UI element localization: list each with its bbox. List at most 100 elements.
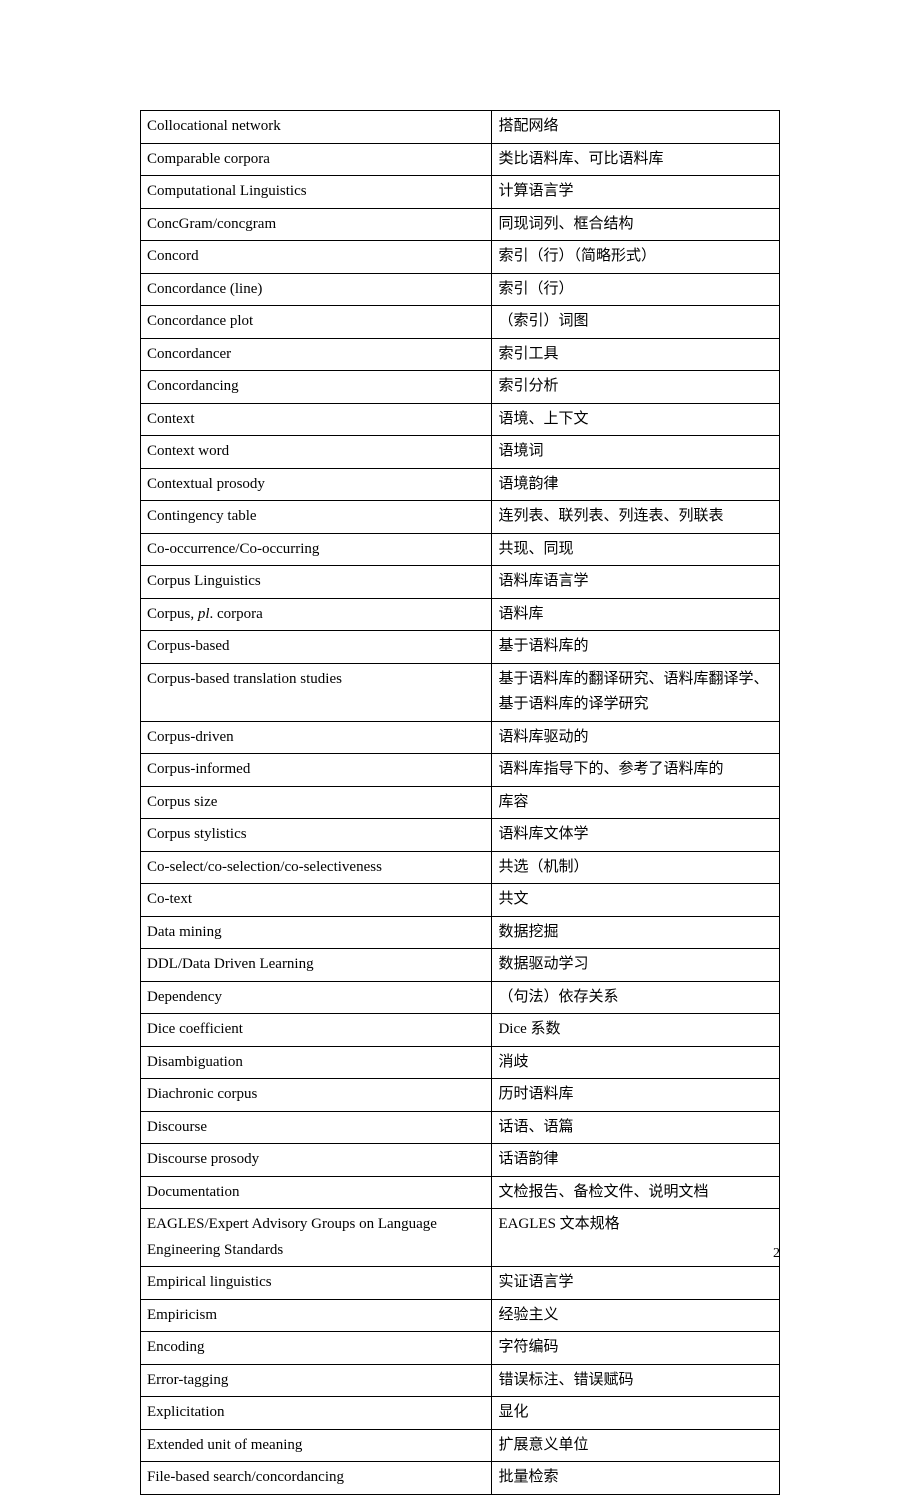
term-chinese: 语料库驱动的 — [492, 721, 780, 754]
table-row: Corpus stylistics语料库文体学 — [141, 819, 780, 852]
term-chinese: 索引（行）（简略形式） — [492, 241, 780, 274]
term-chinese: 扩展意义单位 — [492, 1429, 780, 1462]
table-row: Co-text共文 — [141, 884, 780, 917]
table-row: Diachronic corpus历时语料库 — [141, 1079, 780, 1112]
term-english: Diachronic corpus — [141, 1079, 492, 1112]
table-row: Disambiguation消歧 — [141, 1046, 780, 1079]
term-chinese: 共现、同现 — [492, 533, 780, 566]
term-english: Computational Linguistics — [141, 176, 492, 209]
term-english: Dice coefficient — [141, 1014, 492, 1047]
table-row: Dice coefficientDice 系数 — [141, 1014, 780, 1047]
term-english: Corpus-based — [141, 631, 492, 664]
table-row: Contextual prosody语境韵律 — [141, 468, 780, 501]
table-row: Concordancing索引分析 — [141, 371, 780, 404]
table-row: Collocational network搭配网络 — [141, 111, 780, 144]
term-english: Collocational network — [141, 111, 492, 144]
term-english: Discourse prosody — [141, 1144, 492, 1177]
term-chinese: 字符编码 — [492, 1332, 780, 1365]
term-chinese: 文检报告、备检文件、说明文档 — [492, 1176, 780, 1209]
term-english: Empiricism — [141, 1299, 492, 1332]
table-row: DDL/Data Driven Learning数据驱动学习 — [141, 949, 780, 982]
table-row: Empiricism经验主义 — [141, 1299, 780, 1332]
term-english: Co-select/co-selection/co-selectiveness — [141, 851, 492, 884]
term-english: Concordancing — [141, 371, 492, 404]
table-row: ConcGram/concgram同现词列、框合结构 — [141, 208, 780, 241]
table-row: Co-select/co-selection/co-selectiveness共… — [141, 851, 780, 884]
table-row: Error-tagging错误标注、错误赋码 — [141, 1364, 780, 1397]
table-row: EAGLES/Expert Advisory Groups on Languag… — [141, 1209, 780, 1267]
term-english: Data mining — [141, 916, 492, 949]
glossary-table: Collocational network搭配网络Comparable corp… — [140, 110, 780, 1495]
page-number: 2 — [773, 1246, 780, 1262]
term-english: Co-text — [141, 884, 492, 917]
term-chinese: 数据挖掘 — [492, 916, 780, 949]
term-english: Corpus-driven — [141, 721, 492, 754]
term-chinese: 同现词列、框合结构 — [492, 208, 780, 241]
term-chinese: 基于语料库的翻译研究、语料库翻译学、基于语料库的译学研究 — [492, 663, 780, 721]
term-chinese: 数据驱动学习 — [492, 949, 780, 982]
term-english: Extended unit of meaning — [141, 1429, 492, 1462]
term-chinese: 批量检索 — [492, 1462, 780, 1495]
term-chinese: 语料库文体学 — [492, 819, 780, 852]
term-chinese: 话语韵律 — [492, 1144, 780, 1177]
term-english: Concord — [141, 241, 492, 274]
table-row: Concordance plot（索引）词图 — [141, 306, 780, 339]
term-english: Error-tagging — [141, 1364, 492, 1397]
table-row: Computational Linguistics计算语言学 — [141, 176, 780, 209]
term-chinese: 库容 — [492, 786, 780, 819]
term-chinese: 话语、语篇 — [492, 1111, 780, 1144]
term-english: Empirical linguistics — [141, 1267, 492, 1300]
table-row: Context语境、上下文 — [141, 403, 780, 436]
term-english: DDL/Data Driven Learning — [141, 949, 492, 982]
table-row: Corpus, pl. corpora语料库 — [141, 598, 780, 631]
term-english: Concordancer — [141, 338, 492, 371]
table-row: Concordance (line)索引（行） — [141, 273, 780, 306]
term-english: Disambiguation — [141, 1046, 492, 1079]
term-chinese: 历时语料库 — [492, 1079, 780, 1112]
term-chinese: 索引分析 — [492, 371, 780, 404]
term-chinese: 语料库语言学 — [492, 566, 780, 599]
term-english: Explicitation — [141, 1397, 492, 1430]
term-chinese: 显化 — [492, 1397, 780, 1430]
term-english: Corpus-based translation studies — [141, 663, 492, 721]
table-row: Corpus-informed语料库指导下的、参考了语料库的 — [141, 754, 780, 787]
term-chinese: 共选（机制） — [492, 851, 780, 884]
term-chinese: 索引（行） — [492, 273, 780, 306]
term-english: Corpus stylistics — [141, 819, 492, 852]
table-row: Corpus size库容 — [141, 786, 780, 819]
term-chinese: 类比语料库、可比语料库 — [492, 143, 780, 176]
table-row: Documentation文检报告、备检文件、说明文档 — [141, 1176, 780, 1209]
table-row: Corpus-based translation studies基于语料库的翻译… — [141, 663, 780, 721]
term-english: Corpus Linguistics — [141, 566, 492, 599]
table-row: Extended unit of meaning扩展意义单位 — [141, 1429, 780, 1462]
table-row: Encoding字符编码 — [141, 1332, 780, 1365]
table-row: File-based search/concordancing批量检索 — [141, 1462, 780, 1495]
term-english: Comparable corpora — [141, 143, 492, 176]
term-english: Discourse — [141, 1111, 492, 1144]
table-row: Data mining数据挖掘 — [141, 916, 780, 949]
table-row: Contingency table连列表、联列表、列连表、列联表 — [141, 501, 780, 534]
table-row: Concord索引（行）（简略形式） — [141, 241, 780, 274]
term-english: Contingency table — [141, 501, 492, 534]
term-chinese: 搭配网络 — [492, 111, 780, 144]
term-chinese: 语料库指导下的、参考了语料库的 — [492, 754, 780, 787]
document-page: Collocational network搭配网络Comparable corp… — [0, 0, 920, 1302]
term-chinese: 消歧 — [492, 1046, 780, 1079]
term-english: Concordance plot — [141, 306, 492, 339]
term-english: ConcGram/concgram — [141, 208, 492, 241]
term-chinese: Dice 系数 — [492, 1014, 780, 1047]
term-english: Context — [141, 403, 492, 436]
table-row: Corpus-driven语料库驱动的 — [141, 721, 780, 754]
table-row: Corpus-based基于语料库的 — [141, 631, 780, 664]
table-row: Empirical linguistics实证语言学 — [141, 1267, 780, 1300]
term-chinese: 连列表、联列表、列连表、列联表 — [492, 501, 780, 534]
table-row: Explicitation显化 — [141, 1397, 780, 1430]
term-chinese: 索引工具 — [492, 338, 780, 371]
term-chinese: （句法）依存关系 — [492, 981, 780, 1014]
term-chinese: 计算语言学 — [492, 176, 780, 209]
term-chinese: 语境词 — [492, 436, 780, 469]
table-row: Comparable corpora类比语料库、可比语料库 — [141, 143, 780, 176]
term-english: Concordance (line) — [141, 273, 492, 306]
term-chinese: 经验主义 — [492, 1299, 780, 1332]
term-english: Dependency — [141, 981, 492, 1014]
